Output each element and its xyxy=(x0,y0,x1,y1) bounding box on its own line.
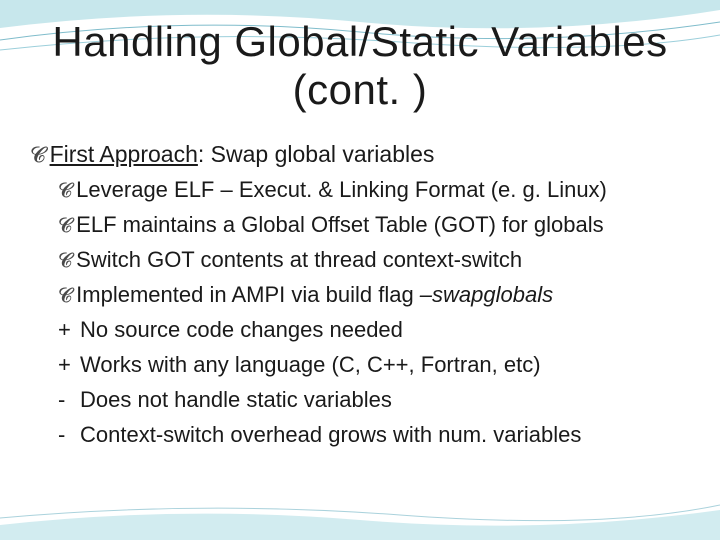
impl-before: Implemented in AMPI via build flag xyxy=(76,282,420,307)
sub-item-impl: 𝓒 Implemented in AMPI via build flag –sw… xyxy=(30,278,692,311)
sub-item-text: ELF maintains a Global Offset Table (GOT… xyxy=(76,208,692,241)
curly-bullet-icon: 𝓒 xyxy=(58,248,72,274)
heading-prefix: First Approach xyxy=(50,141,198,167)
con-item: - Does not handle static variables xyxy=(30,383,692,416)
curly-bullet-icon: 𝓒 xyxy=(58,213,72,239)
heading-text: First Approach: Swap global variables xyxy=(50,137,692,172)
curly-bullet-icon: 𝓒 xyxy=(58,178,72,204)
heading-row: 𝓒 First Approach: Swap global variables xyxy=(30,137,692,172)
title-line-2: (cont. ) xyxy=(293,66,428,113)
slide-body: 𝓒 First Approach: Swap global variables … xyxy=(28,137,692,452)
pro-item: + No source code changes needed xyxy=(30,313,692,346)
heading-suffix: : Swap global variables xyxy=(198,141,435,167)
slide-container: Handling Global/Static Variables (cont. … xyxy=(0,0,720,540)
sub-item-text: Implemented in AMPI via build flag –swap… xyxy=(76,278,692,311)
minus-icon: - xyxy=(58,418,72,451)
pro-text: Works with any language (C, C++, Fortran… xyxy=(80,348,692,381)
plus-icon: + xyxy=(58,348,72,381)
sub-item: 𝓒 ELF maintains a Global Offset Table (G… xyxy=(30,208,692,241)
impl-flag: –swapglobals xyxy=(420,282,553,307)
pro-item: + Works with any language (C, C++, Fortr… xyxy=(30,348,692,381)
pro-text: No source code changes needed xyxy=(80,313,692,346)
minus-icon: - xyxy=(58,383,72,416)
con-text: Does not handle static variables xyxy=(80,383,692,416)
curly-bullet-icon: 𝓒 xyxy=(58,283,72,309)
slide-title: Handling Global/Static Variables (cont. … xyxy=(28,18,692,115)
sub-item-text: Switch GOT contents at thread context-sw… xyxy=(76,243,692,276)
sub-item: 𝓒 Switch GOT contents at thread context-… xyxy=(30,243,692,276)
plus-icon: + xyxy=(58,313,72,346)
con-item: - Context-switch overhead grows with num… xyxy=(30,418,692,451)
con-text: Context-switch overhead grows with num. … xyxy=(80,418,692,451)
curly-bullet-icon: 𝓒 xyxy=(30,141,46,170)
sub-item: 𝓒 Leverage ELF – Execut. & Linking Forma… xyxy=(30,173,692,206)
sub-item-text: Leverage ELF – Execut. & Linking Format … xyxy=(76,173,692,206)
title-line-1: Handling Global/Static Variables xyxy=(52,18,667,65)
